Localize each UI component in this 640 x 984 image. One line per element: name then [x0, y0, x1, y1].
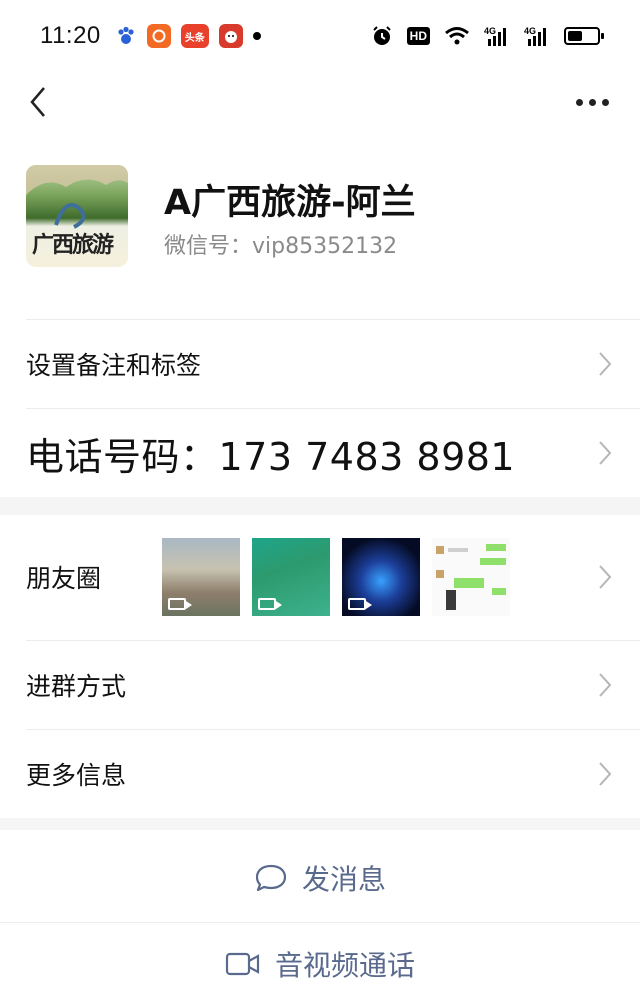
video-icon [258, 598, 282, 610]
video-icon [168, 598, 192, 610]
send-message-label: 发消息 [301, 863, 386, 896]
more-info-label: 更多信息 [26, 761, 127, 790]
video-call-label: 音视频通话 [274, 949, 415, 982]
send-message-button[interactable]: 发消息 [0, 830, 640, 926]
signal-icon-1: 4G [484, 25, 510, 47]
status-time: 11:20 [40, 22, 101, 49]
wechat-id: 微信号：vip85352132 [164, 234, 398, 259]
more-dot [575, 98, 583, 106]
more-info-row[interactable]: 更多信息 [0, 730, 640, 818]
profile-header: 广西旅游 A广西旅游-阿兰 微信号：vip85352132 [0, 150, 640, 320]
chevron-left-icon [30, 87, 45, 117]
phone-row[interactable]: 电话号码：173 7483 8981 [0, 409, 640, 497]
moment-thumb-3[interactable] [342, 538, 420, 616]
wifi-icon [445, 27, 469, 45]
chevron-right-icon [599, 565, 612, 589]
chat-bubble-icon [255, 864, 287, 892]
moment-thumb-1[interactable] [162, 538, 240, 616]
chevron-right-icon [599, 762, 612, 786]
avatar-text: 广西旅游 [32, 232, 114, 258]
svg-text:4G: 4G [484, 26, 496, 36]
baidu-paw-icon [118, 26, 134, 44]
contact-name: A广西旅游-阿兰 [164, 183, 416, 223]
more-dot [588, 98, 596, 106]
remark-tags-label: 设置备注和标签 [26, 351, 202, 380]
remark-tags-row[interactable]: 设置备注和标签 [0, 320, 640, 408]
moments-row[interactable]: 朋友圈 [0, 515, 640, 639]
battery-icon [564, 27, 604, 45]
kuaidi-icon [218, 24, 243, 48]
moments-thumbnails [162, 538, 522, 616]
video-camera-icon [225, 952, 260, 976]
chevron-right-icon [599, 441, 612, 465]
status-bar: 11:20 头条 HD 4G 4G [0, 0, 640, 72]
hd-voice-icon: HD [406, 27, 430, 45]
chevron-right-icon [599, 673, 612, 697]
more-notifications-dot [252, 32, 261, 40]
join-group-row[interactable]: 进群方式 [0, 641, 640, 729]
more-dot [601, 98, 609, 106]
chevron-right-icon [599, 352, 612, 376]
weibo-icon [146, 24, 171, 48]
top-nav [0, 72, 640, 132]
svg-text:4G: 4G [524, 26, 536, 36]
moment-thumb-4[interactable] [432, 538, 510, 616]
toutiao-icon: 头条 [180, 24, 209, 48]
phone-label: 电话号码：173 7483 8981 [26, 434, 516, 479]
section-gap [0, 818, 640, 830]
signal-icon-2: 4G [524, 25, 550, 47]
moments-label: 朋友圈 [26, 564, 102, 593]
status-left: 11:20 头条 [40, 22, 261, 50]
video-icon [348, 598, 372, 610]
moment-thumb-2[interactable] [252, 538, 330, 616]
more-button[interactable] [566, 80, 618, 124]
back-button[interactable] [18, 80, 58, 124]
section-gap [0, 497, 640, 515]
divider [0, 922, 640, 923]
alarm-icon [372, 26, 391, 45]
notification-icons: 头条 [115, 24, 261, 48]
avatar[interactable]: 广西旅游 [26, 165, 128, 267]
join-group-label: 进群方式 [26, 672, 127, 701]
video-call-button[interactable]: 音视频通话 [0, 944, 640, 984]
status-right: HD 4G 4G [371, 25, 604, 47]
